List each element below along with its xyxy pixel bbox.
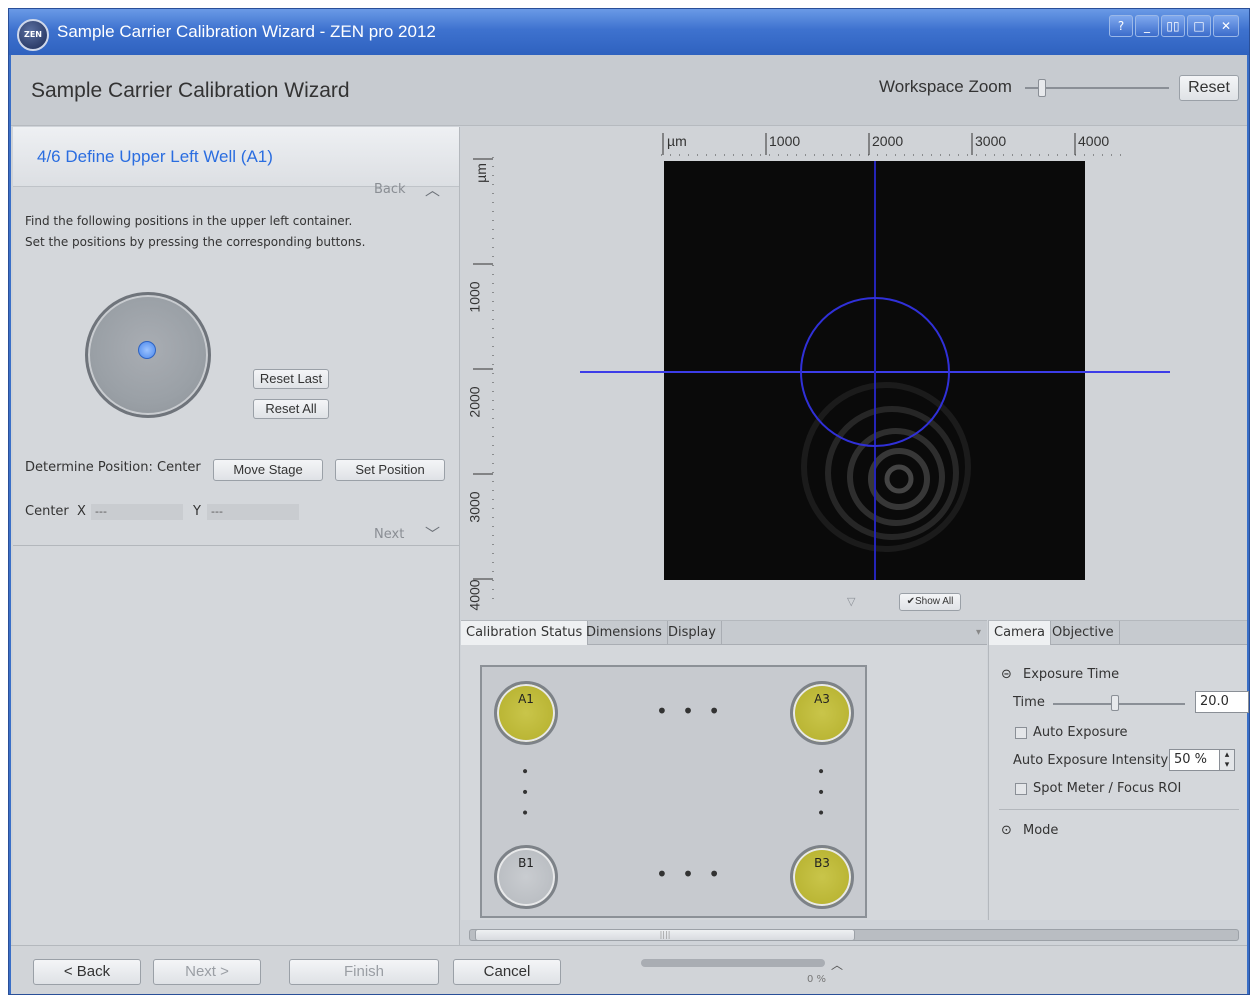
window-controls: ? _ ▯▯ □ ✕ <box>1109 15 1239 37</box>
collapse-icon[interactable]: ⊝ <box>1001 667 1012 682</box>
client-area: Sample Carrier Calibration Wizard Worksp… <box>11 55 1249 994</box>
divider <box>13 545 459 546</box>
well-a1[interactable]: A1 <box>494 681 558 745</box>
step-next-link[interactable]: Next <box>374 527 404 542</box>
workspace-zoom-label: Workspace Zoom <box>879 77 1012 96</box>
next-button[interactable]: Next > <box>153 959 261 985</box>
wizard-title: Sample Carrier Calibration Wizard <box>31 79 350 102</box>
camera-tabs: Camera Objective <box>989 621 1247 645</box>
determine-position-label: Determine Position: Center <box>25 460 201 475</box>
expand-icon[interactable]: ▽ <box>847 595 855 608</box>
instruction-line: Find the following positions in the uppe… <box>25 214 353 228</box>
time-slider[interactable] <box>1053 703 1185 705</box>
x-label: X <box>77 504 86 519</box>
chevron-up-icon[interactable]: ︿ <box>425 179 440 200</box>
step-instructions: Find the following positions in the uppe… <box>25 211 365 253</box>
calibration-tabs: Calibration Status Dimensions Display ▾ <box>461 621 987 645</box>
y-label: Y <box>193 504 201 519</box>
intensity-input[interactable]: 50 % <box>1169 749 1221 771</box>
center-x-field[interactable]: --- <box>91 504 183 520</box>
help-button[interactable]: ? <box>1109 15 1133 37</box>
chevron-down-icon[interactable]: ﹀ <box>425 523 440 544</box>
finish-button[interactable]: Finish <box>289 959 439 985</box>
tab-objective[interactable]: Objective <box>1047 621 1120 645</box>
step-title: 4/6 Define Upper Left Well (A1) <box>37 147 273 166</box>
calibration-panel: Calibration Status Dimensions Display ▾ … <box>461 620 987 920</box>
well-b3[interactable]: B3 <box>790 845 854 909</box>
divider <box>999 809 1239 810</box>
well-center-marker-icon <box>138 341 156 359</box>
title-bar: ZEN Sample Carrier Calibration Wizard - … <box>9 9 1249 55</box>
exposure-time-section[interactable]: Exposure Time <box>1023 667 1119 682</box>
ellipsis-horizontal: • • • <box>656 699 725 723</box>
auto-exposure-label: Auto Exposure <box>1033 725 1128 740</box>
well-b1[interactable]: B1 <box>494 845 558 909</box>
reset-last-button[interactable]: Reset Last <box>253 369 329 389</box>
wizard-step-panel: 4/6 Define Upper Left Well (A1) Back ︿ F… <box>13 127 460 945</box>
app-window: ZEN Sample Carrier Calibration Wizard - … <box>8 8 1250 995</box>
maximize-button[interactable]: □ <box>1187 15 1211 37</box>
center-label: Center <box>25 504 69 519</box>
well-a3[interactable]: A3 <box>790 681 854 745</box>
sample-carrier-plate: A1 A3 B1 B3 • • • • • • • • • • • • <box>480 665 867 918</box>
tab-menu-icon[interactable]: ▾ <box>976 627 981 638</box>
window-title: Sample Carrier Calibration Wizard - ZEN … <box>57 22 436 41</box>
tab-camera[interactable]: Camera <box>989 621 1052 645</box>
move-stage-button[interactable]: Move Stage <box>213 459 323 481</box>
tab-display[interactable]: Display <box>663 621 722 645</box>
restore-button[interactable]: ▯▯ <box>1161 15 1185 37</box>
expand-icon[interactable]: ⊙ <box>1001 823 1012 838</box>
crosshair-overlay <box>580 161 1170 580</box>
time-label: Time <box>1013 695 1045 710</box>
time-input[interactable]: 20.0 <box>1195 691 1249 713</box>
zoom-reset-button[interactable]: Reset <box>1179 75 1239 101</box>
ellipsis-vertical: • • • <box>516 767 532 821</box>
ellipsis-vertical: • • • <box>812 767 828 821</box>
back-button[interactable]: < Back <box>33 959 141 985</box>
show-all-button[interactable]: ✔Show All <box>899 593 961 611</box>
close-button[interactable]: ✕ <box>1213 15 1239 37</box>
tab-calibration-status[interactable]: Calibration Status <box>461 621 589 645</box>
mode-section[interactable]: Mode <box>1023 823 1058 838</box>
reset-all-button[interactable]: Reset All <box>253 399 329 419</box>
progress-bar <box>641 959 825 967</box>
workspace-zoom-slider[interactable] <box>1025 87 1169 89</box>
progress-text: 0 % <box>807 974 827 985</box>
wizard-footer: < Back Next > Finish Cancel 0 % ︿ <box>11 945 1247 994</box>
cancel-button[interactable]: Cancel <box>453 959 561 985</box>
intensity-spinner[interactable]: ▴ ▾ <box>1219 749 1235 771</box>
scrollbar-thumb[interactable]: |||| <box>475 929 855 941</box>
step-back-link[interactable]: Back <box>374 182 406 197</box>
wizard-header: Sample Carrier Calibration Wizard Worksp… <box>11 55 1247 126</box>
time-slider-thumb[interactable] <box>1111 695 1119 711</box>
tab-dimensions[interactable]: Dimensions <box>581 621 668 645</box>
ellipsis-horizontal: • • • <box>656 862 725 886</box>
image-view: µm 1000 2000 3000 4000 µm 1000 2000 3000… <box>461 127 1247 619</box>
horizontal-scrollbar[interactable]: |||| <box>461 925 1247 945</box>
zen-app-icon: ZEN <box>17 19 49 51</box>
step-header: 4/6 Define Upper Left Well (A1) <box>13 127 459 187</box>
minimize-button[interactable]: _ <box>1135 15 1159 37</box>
caret-up-icon[interactable]: ︿ <box>831 956 843 973</box>
auto-exposure-checkbox[interactable] <box>1015 727 1027 739</box>
spot-meter-checkbox[interactable] <box>1015 783 1027 795</box>
set-position-button[interactable]: Set Position <box>335 459 445 481</box>
center-y-field[interactable]: --- <box>207 504 299 520</box>
instruction-line: Set the positions by pressing the corres… <box>25 235 366 249</box>
intensity-label: Auto Exposure Intensity <box>1013 753 1169 768</box>
spot-meter-label: Spot Meter / Focus ROI <box>1033 781 1182 796</box>
camera-panel: Camera Objective ⊝ Exposure Time Time 20… <box>988 620 1249 920</box>
workspace-zoom-slider-thumb[interactable] <box>1038 79 1046 97</box>
